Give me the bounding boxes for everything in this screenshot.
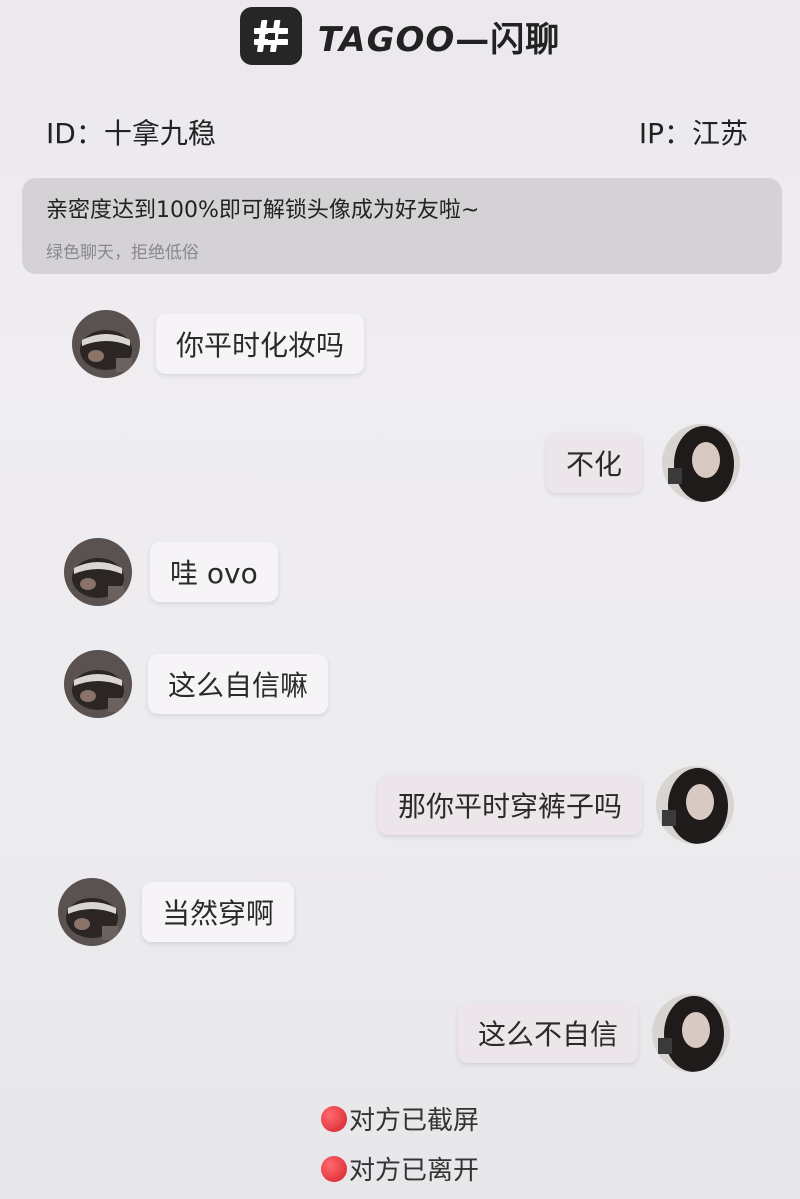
hash-logo-icon [239, 7, 302, 65]
message-bubble[interactable]: 哇 ovo [150, 542, 278, 602]
avatar-other[interactable] [72, 310, 140, 378]
avatar-me[interactable] [662, 424, 740, 502]
avatar-other[interactable] [58, 878, 126, 946]
app-header: TAGOO—闪聊 [0, 6, 800, 66]
partner-ip: IP：江苏 [638, 117, 748, 150]
message-row-other: 哇 ovo [64, 538, 278, 606]
avatar-other[interactable] [64, 650, 132, 718]
partner-id: ID：十拿九稳 [46, 117, 216, 150]
avatar-me[interactable] [656, 766, 734, 844]
app-title: TAGOO—闪聊 [318, 12, 561, 61]
app-title-latin: TAGOO [317, 19, 456, 60]
red-dot-icon [320, 1155, 347, 1182]
notice-sub-text: 绿色聊天，拒绝低俗 [46, 243, 199, 263]
system-notice-text: 对方已截屏 [348, 1106, 479, 1136]
system-notice-screenshot: 对方已截屏 [0, 1100, 800, 1137]
avatar-me[interactable] [652, 994, 730, 1072]
message-row-me: 不化 [545, 424, 740, 502]
info-row: ID：十拿九稳 IP：江苏 [46, 112, 748, 152]
message-row-me: 那你平时穿裤子吗 [377, 766, 734, 844]
system-notice-left: 对方已离开 [0, 1150, 800, 1187]
message-bubble[interactable]: 你平时化妆吗 [156, 314, 365, 374]
message-bubble[interactable]: 这么自信嘛 [148, 654, 329, 714]
system-notice-text: 对方已离开 [348, 1156, 479, 1186]
message-bubble[interactable]: 当然穿啊 [142, 882, 295, 942]
avatar-other[interactable] [64, 538, 132, 606]
chat-screen: TAGOO—闪聊 ID：十拿九稳 IP：江苏 亲密度达到100%即可解锁头像成为… [0, 0, 800, 1199]
notice-main-text: 亲密度达到100%即可解锁头像成为好友啦~ [46, 198, 480, 223]
message-row-other: 这么自信嘛 [64, 650, 329, 718]
message-row-other: 你平时化妆吗 [72, 310, 365, 378]
message-bubble[interactable]: 那你平时穿裤子吗 [377, 775, 642, 835]
app-title-dash: — [455, 19, 491, 60]
message-bubble[interactable]: 不化 [545, 433, 642, 493]
message-row-other: 当然穿啊 [58, 878, 295, 946]
intimacy-notice: 亲密度达到100%即可解锁头像成为好友啦~ 绿色聊天，拒绝低俗 [22, 178, 782, 274]
app-title-cn: 闪聊 [490, 19, 561, 60]
red-dot-icon [320, 1105, 347, 1132]
message-row-me: 这么不自信 [457, 994, 730, 1072]
message-bubble[interactable]: 这么不自信 [457, 1003, 638, 1063]
